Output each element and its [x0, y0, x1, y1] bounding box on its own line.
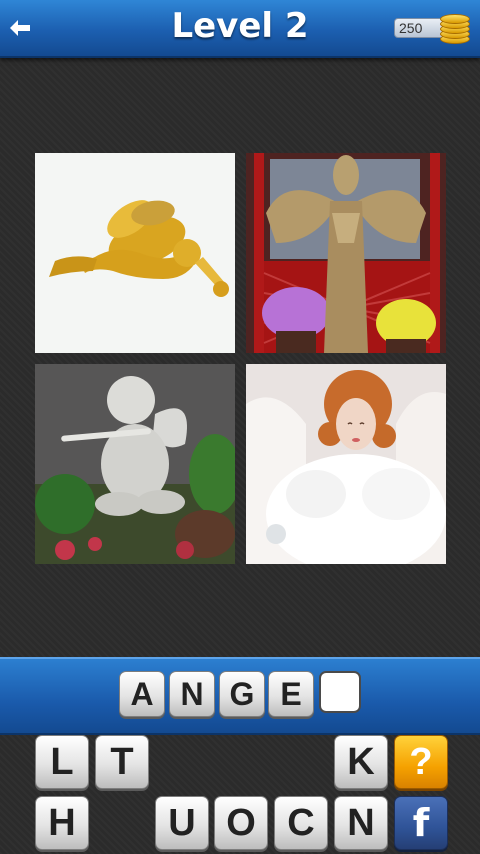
- letter-key-c[interactable]: C: [274, 796, 328, 850]
- letter-key-t[interactable]: T: [95, 735, 149, 789]
- coin-stack-icon: [440, 14, 470, 44]
- puzzle-picture-2[interactable]: [246, 153, 446, 353]
- letter-key-h[interactable]: H: [35, 796, 89, 850]
- back-arrow-icon: [10, 20, 30, 36]
- back-button[interactable]: [6, 14, 34, 42]
- answer-slot-1[interactable]: A: [119, 671, 165, 717]
- top-bar: Level 2 250: [0, 0, 480, 58]
- answer-slot-5-empty[interactable]: [319, 671, 361, 713]
- answer-slot-4[interactable]: E: [268, 671, 314, 717]
- hint-button[interactable]: ?: [394, 735, 448, 789]
- letter-key-n[interactable]: N: [334, 796, 388, 850]
- puzzle-picture-4[interactable]: [246, 364, 446, 564]
- letter-key-l[interactable]: L: [35, 735, 89, 789]
- puzzle-picture-1[interactable]: [35, 153, 235, 353]
- answer-slot-3[interactable]: G: [219, 671, 265, 717]
- letter-key-u[interactable]: U: [155, 796, 209, 850]
- letter-key-k[interactable]: K: [334, 735, 388, 789]
- letter-key-o[interactable]: O: [214, 796, 268, 850]
- puzzle-picture-3[interactable]: [35, 364, 235, 564]
- coin-counter[interactable]: 250: [394, 14, 470, 44]
- answer-slot-2[interactable]: N: [169, 671, 215, 717]
- facebook-share-button[interactable]: f: [394, 796, 448, 850]
